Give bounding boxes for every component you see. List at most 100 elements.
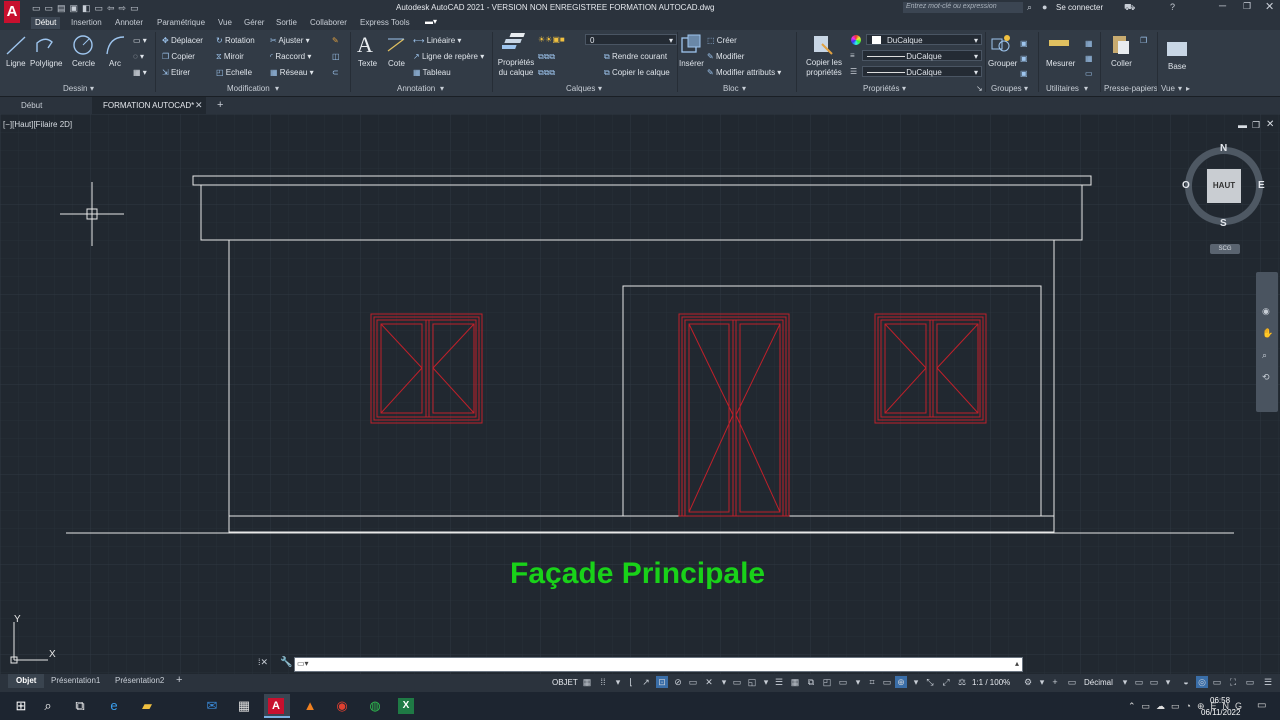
maximize-button[interactable]: ❐ — [1243, 1, 1251, 12]
annotation-scale-icon[interactable]: ⚖ — [956, 676, 968, 688]
color-dropdown[interactable]: DuCalque ▾ — [866, 34, 982, 45]
hardware-acceleration-icon[interactable]: ⤢ — [940, 676, 952, 688]
tab-annoter[interactable]: Annoter — [115, 18, 143, 27]
match-properties-icon[interactable] — [812, 34, 834, 56]
panel-proprietes-expand-icon[interactable]: ▾ — [902, 84, 906, 93]
panel-modification-expand-icon[interactable]: ▾ — [275, 84, 279, 93]
insert-block-icon[interactable] — [680, 34, 704, 56]
tab-debut[interactable]: Début — [31, 17, 61, 29]
table-button[interactable]: ▦ Tableau — [413, 68, 451, 77]
copy-layer-button[interactable]: ⧉ Copier le calque — [604, 68, 670, 78]
units-menu-icon[interactable]: ▾ — [1119, 676, 1131, 688]
autocad-logo-icon[interactable]: A — [4, 1, 20, 23]
add-layout-button[interactable]: + — [176, 674, 182, 686]
panel-annotation-label[interactable]: Annotation — [397, 84, 435, 93]
dimension-tool-icon[interactable] — [386, 35, 406, 55]
text-tool-label[interactable]: Texte — [358, 59, 377, 68]
panel-vue-label[interactable]: Vue — [1161, 84, 1175, 93]
lock-ui-icon[interactable]: ▾ — [910, 676, 922, 688]
linear-dim-button[interactable]: ⟷ Linéaire ▾ — [413, 36, 461, 45]
trim-button[interactable]: ✂ Ajuster ▾ — [270, 36, 310, 45]
gear-icon[interactable]: ⚙ — [1022, 676, 1034, 688]
hatch-tool-icon[interactable]: ◌ ▾ — [133, 52, 144, 61]
quick-properties-toggle-icon[interactable]: ▭ — [1133, 676, 1145, 688]
tab-parametrique[interactable]: Paramétrique — [157, 18, 205, 27]
quick-access-toolbar[interactable]: ▭▭▤▣◧▭⇦⇨▭ — [32, 3, 143, 14]
erase-icon[interactable]: ✎ — [332, 36, 339, 45]
lineweight-dropdown[interactable]: DuCalque ▾ — [862, 66, 982, 77]
tab-gerer[interactable]: Gérer — [244, 18, 264, 27]
panel-groupes-label[interactable]: Groupes — [991, 84, 1022, 93]
settings-menu-icon[interactable]: ▾ — [1036, 676, 1048, 688]
object-snap-icon[interactable]: ▭ — [687, 676, 699, 688]
layout-tab-presentation1[interactable]: Présentation1 — [51, 676, 100, 685]
units-icon[interactable]: ▭ — [881, 676, 893, 688]
auto-scale-icon[interactable]: ◰ — [821, 676, 833, 688]
line-tool-label[interactable]: Ligne — [6, 59, 26, 68]
measure-label[interactable]: Mesurer — [1046, 59, 1075, 68]
tab-express-tools[interactable]: Express Tools — [360, 18, 410, 27]
group-tool-icons[interactable]: ▣ ▣ ▣ — [1020, 36, 1032, 81]
panel-dessin-label[interactable]: Dessin — [63, 84, 87, 93]
ribbon-more-icon[interactable]: ▸ — [1186, 84, 1190, 93]
base-view-label[interactable]: Base — [1168, 62, 1186, 71]
tab-sortie[interactable]: Sortie — [276, 18, 297, 27]
close-icon[interactable]: ✕ — [195, 100, 203, 111]
units-value[interactable]: Décimal — [1084, 678, 1113, 687]
nav-wheel-icon[interactable]: ◉ ✋ ⌕ ⟲ — [1262, 300, 1274, 388]
object-snap-tracking-icon[interactable]: ⊘ — [672, 676, 684, 688]
edit-block-button[interactable]: ✎ Modifier — [707, 52, 744, 61]
cart-icon[interactable]: ⛟ — [1124, 2, 1135, 14]
command-expand-icon[interactable]: ▴ — [1015, 659, 1019, 668]
arc-tool-label[interactable]: Arc — [109, 59, 121, 68]
gradient-tool-icon[interactable]: ▦ ▾ — [133, 68, 147, 77]
quick-properties-icon[interactable]: ⊕ — [895, 676, 907, 688]
search-input[interactable]: Entrez mot-clé ou expression — [906, 3, 997, 10]
rotate-button[interactable]: ↻ Rotation — [216, 36, 255, 45]
edit-attributes-button[interactable]: ✎ Modifier attributs ▾ — [707, 68, 781, 77]
panel-groupes-expand-icon[interactable]: ▾ — [1024, 84, 1028, 93]
clock-time[interactable]: 06:58 — [1210, 696, 1230, 705]
polar-toggle-icon[interactable]: ↗ — [640, 676, 652, 688]
panel-calques-label[interactable]: Calques — [566, 84, 595, 93]
isolate-objects-icon[interactable]: ⤡ — [924, 676, 936, 688]
edge-icon[interactable]: e — [105, 697, 123, 715]
panel-bloc-label[interactable]: Bloc — [723, 84, 739, 93]
panel-utilitaires-label[interactable]: Utilitaires — [1046, 84, 1079, 93]
customization-icon[interactable]: ⛶ — [1227, 676, 1239, 688]
paste-label[interactable]: Coller — [1111, 59, 1132, 68]
annotation-monitor-icon[interactable]: ⌗ — [866, 676, 878, 688]
command-input[interactable] — [294, 657, 1023, 672]
close-button[interactable]: ✕ — [1265, 0, 1274, 13]
clean-screen-icon[interactable]: ▭ — [1211, 676, 1223, 688]
layer-properties-icon[interactable] — [502, 33, 526, 55]
group-icon[interactable] — [990, 34, 1012, 56]
lineweight-toggle-icon[interactable]: ✕ — [703, 676, 715, 688]
workspace-menu-icon[interactable]: ▾ — [852, 676, 864, 688]
make-current-button[interactable]: ⧉ Rendre courant — [604, 52, 667, 62]
explode-icon[interactable]: ◫ — [332, 52, 340, 61]
group-label[interactable]: Grouper — [988, 59, 1017, 68]
snap-menu-icon[interactable]: ▾ — [612, 676, 624, 688]
lineweight-icon[interactable]: ☰ — [850, 67, 857, 76]
tab-collaborer[interactable]: Collaborer — [310, 18, 347, 27]
user-icon[interactable]: ● — [1042, 2, 1047, 12]
ucs-menu-button[interactable]: SCG — [1210, 244, 1240, 254]
create-block-button[interactable]: ⬚ Créer — [707, 36, 737, 45]
tab-insertion[interactable]: Insertion — [71, 18, 102, 27]
file-explorer-icon[interactable]: ▰ — [138, 697, 156, 715]
layer-properties-label[interactable]: Propriétés du calque — [497, 58, 535, 78]
insert-block-label[interactable]: Insérer — [679, 59, 704, 68]
clock-date[interactable]: 06/11/2022 — [1201, 708, 1240, 717]
linetype-dropdown[interactable]: DuCalque ▾ — [862, 50, 982, 61]
linetype-icon[interactable]: ≡ — [850, 51, 855, 60]
command-line-handle[interactable]: ⁞✕ — [258, 657, 268, 668]
line-tool-icon[interactable] — [5, 34, 27, 56]
transparency-toggle-icon[interactable]: ▾ — [718, 676, 730, 688]
layer-icons[interactable]: ☀☀▣■ — [538, 35, 565, 44]
copy-button[interactable]: ❐ Copier — [162, 52, 195, 61]
viewcube-east[interactable]: E — [1258, 180, 1265, 191]
windows-search-icon[interactable]: ⌕ — [39, 697, 57, 715]
panel-dessin-expand-icon[interactable]: ▾ — [90, 84, 94, 93]
dynamic-ucs-icon[interactable]: ▾ — [760, 676, 772, 688]
